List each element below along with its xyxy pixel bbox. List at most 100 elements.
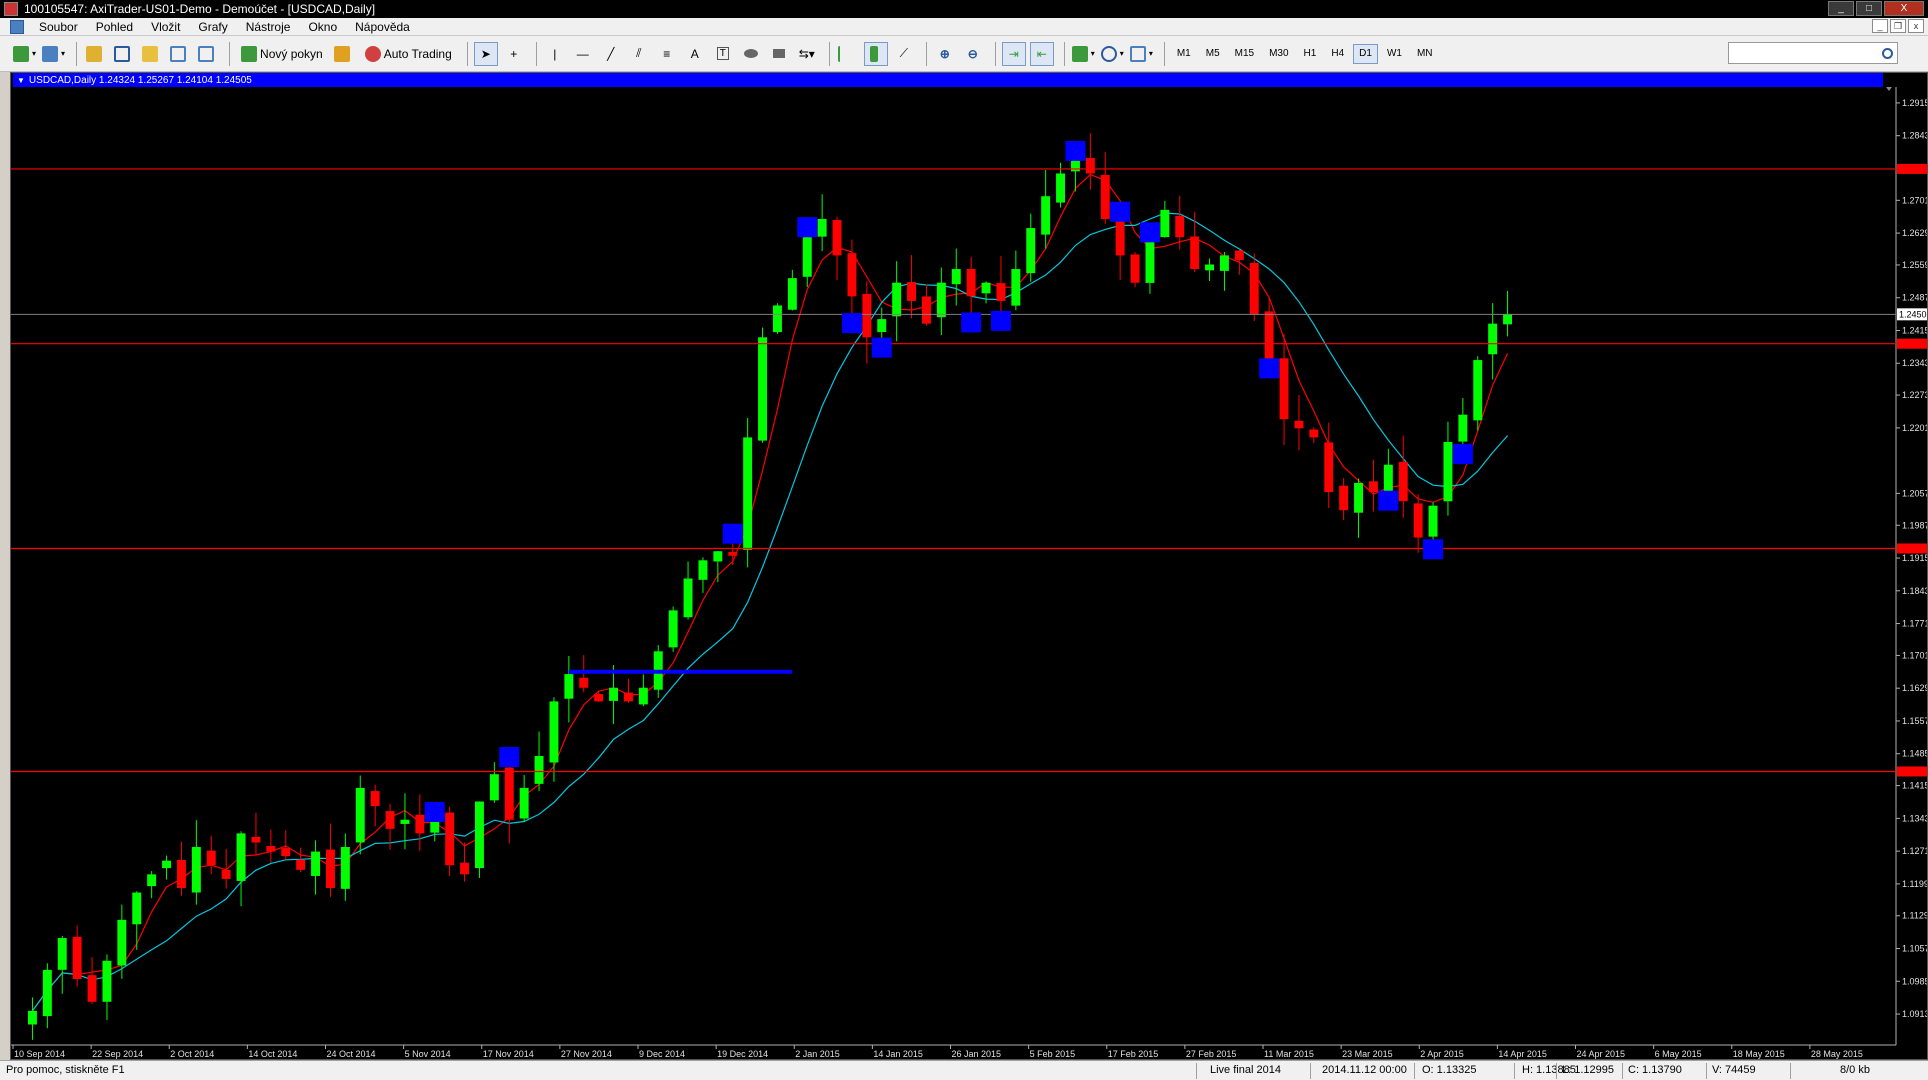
strategy-tester-button[interactable] (195, 42, 219, 66)
time-tick-label: 5 Feb 2015 (1030, 1049, 1076, 1059)
chart-shift-button[interactable]: ⇤ (1029, 41, 1054, 66)
menu-window[interactable]: Okno (299, 20, 346, 34)
equidistant-channel-button[interactable]: ⫽ (627, 42, 651, 66)
time-tick-label: 17 Nov 2014 (483, 1049, 534, 1059)
toolbar-separator (466, 41, 468, 66)
candle-body (951, 269, 961, 285)
mdi-minimize-button[interactable]: _ (1872, 19, 1888, 33)
menu-file[interactable]: Soubor (30, 20, 87, 34)
candle-body (564, 674, 574, 699)
timeframe-mn[interactable]: MN (1411, 44, 1439, 64)
navigator-button[interactable] (139, 42, 163, 66)
timeframe-m5[interactable]: M5 (1200, 44, 1226, 64)
timeframe-m15[interactable]: M15 (1229, 44, 1260, 64)
menu-tools[interactable]: Nástroje (237, 20, 300, 34)
zoom-in-button[interactable]: ⊕ (933, 42, 957, 66)
fibonacci-button[interactable]: ≡ (655, 42, 679, 66)
metaeditor-button[interactable] (332, 42, 356, 66)
main-toolbar: ▾ ▾ Nový pokyn Auto Trading ➤ + | — ╱ ⫽ … (0, 36, 1928, 72)
arrows-button[interactable]: ⇆▾ (795, 42, 819, 66)
candlestick-button[interactable] (863, 41, 888, 66)
candle-body (42, 969, 52, 1017)
candle-body (385, 811, 395, 829)
zoom-out-button[interactable]: ⊖ (961, 42, 985, 66)
candle-body (668, 610, 678, 648)
text-label-button[interactable]: T (711, 42, 735, 66)
text-tool-button[interactable]: A (683, 42, 707, 66)
timeframe-w1[interactable]: W1 (1381, 44, 1408, 64)
bid-price-label: 1.24505 (1899, 309, 1927, 319)
candle-body (534, 756, 544, 784)
horizontal-line-button[interactable]: — (571, 42, 595, 66)
candle-body (1428, 505, 1438, 537)
window-titlebar: 100105547: AxiTrader-US01-Demo - Demoúče… (0, 0, 1928, 18)
candle-body (1294, 420, 1304, 429)
autoscroll-button[interactable]: ⇥ (1001, 41, 1026, 66)
mdi-restore-button[interactable]: ❐ (1890, 19, 1906, 33)
menu-view[interactable]: Pohled (87, 20, 142, 34)
chart-window[interactable]: ▼ USDCAD,Daily 1.24324 1.25267 1.24104 1… (10, 72, 1928, 1060)
candle-body (132, 892, 142, 925)
menu-insert[interactable]: Vložit (142, 20, 189, 34)
periods-button[interactable]: ▾ (1100, 42, 1125, 66)
candle-body (1309, 429, 1319, 438)
market-watch-button[interactable] (83, 42, 107, 66)
maximize-button[interactable]: □ (1856, 1, 1882, 16)
candle-body (936, 282, 946, 318)
chart-window-icon[interactable] (10, 19, 24, 34)
swing-marker (1423, 539, 1444, 560)
indicators-button[interactable]: ▾ (1071, 42, 1096, 66)
auto-trading-button[interactable]: Auto Trading (360, 42, 457, 66)
price-tick-label: 1.12710 (1902, 846, 1927, 856)
line-chart-button[interactable]: ⟋ (892, 42, 916, 66)
timeframe-h4[interactable]: H4 (1325, 44, 1350, 64)
timeframe-h1[interactable]: H1 (1298, 44, 1323, 64)
candle-body (698, 560, 708, 580)
vertical-line-button[interactable]: | (543, 42, 567, 66)
rectangle-button[interactable] (767, 42, 791, 66)
crosshair-tool-button[interactable]: + (502, 42, 526, 66)
status-profile: Live final 2014 (1210, 1064, 1281, 1076)
swing-marker (722, 523, 743, 544)
auto-trading-label: Auto Trading (383, 46, 452, 61)
minimize-button[interactable]: _ (1828, 1, 1854, 16)
candle-body (1443, 441, 1453, 502)
price-chart[interactable]: 1.29150 1.28430 1.27010 1.26290 1.25590 1.248… (11, 73, 1927, 1059)
swing-marker (1259, 358, 1280, 379)
profiles-button[interactable]: ▾ (41, 42, 66, 66)
market-watch-icon (85, 45, 102, 62)
candle-body (966, 269, 976, 297)
close-button[interactable]: X (1884, 1, 1924, 16)
new-order-button[interactable]: Nový pokyn (236, 42, 328, 66)
terminal-button[interactable] (167, 42, 191, 66)
candle-body (847, 253, 857, 297)
candle-body (206, 850, 216, 866)
cursor-tool-button[interactable]: ➤ (473, 41, 498, 66)
swing-marker (841, 313, 862, 334)
price-tick-label: 1.26290 (1902, 228, 1927, 238)
swing-marker (1110, 201, 1131, 222)
menu-help[interactable]: Nápověda (346, 20, 419, 34)
candle-body (1219, 255, 1229, 271)
data-window-button[interactable] (111, 42, 135, 66)
menu-charts[interactable]: Grafy (189, 20, 236, 34)
templates-button[interactable]: ▾ (1129, 42, 1154, 66)
toolbar-separator (76, 41, 78, 66)
terminal-icon (169, 45, 186, 62)
crosshair-tool-icon: + (510, 46, 518, 61)
status-volume: V: 74459 (1712, 1064, 1756, 1076)
timeframe-d1[interactable]: D1 (1353, 43, 1378, 64)
timeframe-m30[interactable]: M30 (1263, 44, 1294, 64)
price-tick-label: 1.09130 (1902, 1009, 1927, 1019)
trendline-button[interactable]: ╱ (599, 42, 623, 66)
timeframe-m1[interactable]: M1 (1171, 44, 1197, 64)
search-input[interactable] (1728, 42, 1898, 64)
clock-icon (1100, 45, 1117, 62)
ellipse-button[interactable] (739, 42, 763, 66)
mdi-close-button[interactable]: x (1908, 19, 1924, 33)
bar-chart-button[interactable] (836, 42, 860, 66)
candle-body (355, 787, 365, 843)
time-tick-label: 14 Jan 2015 (873, 1049, 923, 1059)
candle-body (802, 237, 812, 277)
new-chart-button[interactable]: ▾ (12, 42, 37, 66)
